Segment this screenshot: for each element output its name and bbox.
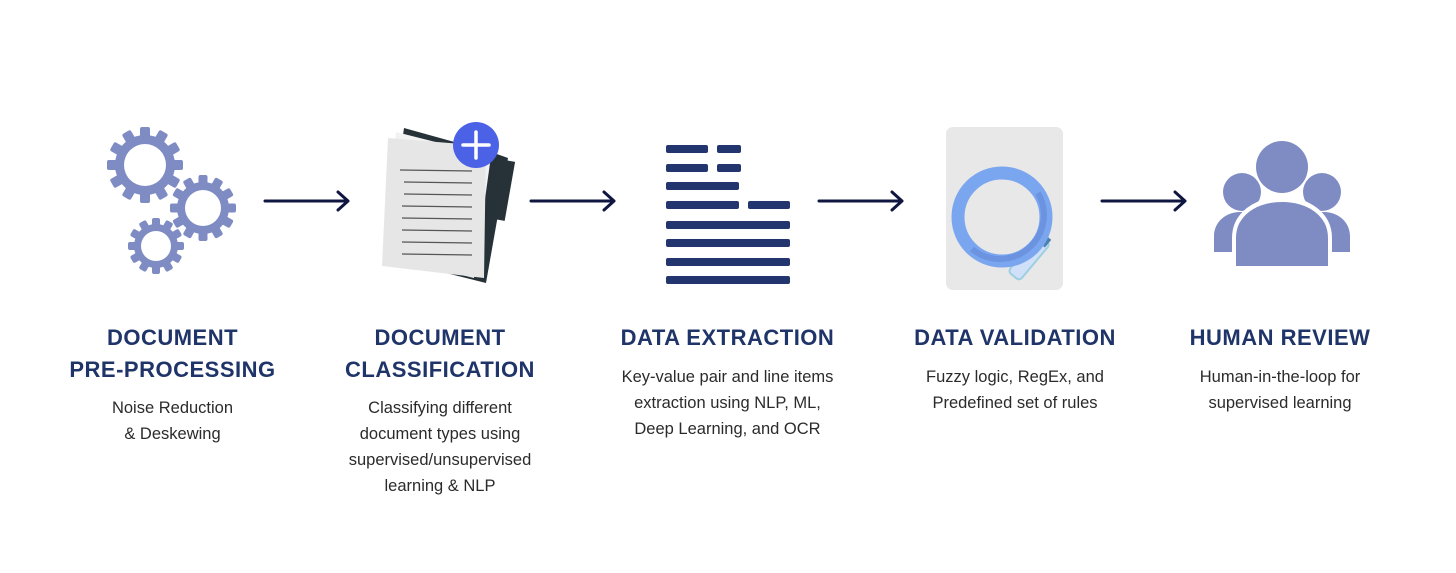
arrow-icon — [529, 190, 616, 212]
description-line: extraction using NLP, ML, — [634, 394, 821, 412]
step-title-human-review: HUMAN REVIEW — [1165, 322, 1395, 354]
step-description-data-validation: Fuzzy logic, RegEx, and Predefined set o… — [895, 364, 1135, 416]
step-description-classification: Classifying different document types usi… — [320, 395, 560, 499]
description-line: learning & NLP — [384, 477, 496, 495]
description-line: Deep Learning, and OCR — [634, 420, 821, 438]
title-line: DOCUMENT — [106, 325, 239, 350]
step-title-classification: DOCUMENT CLASSIFICATION — [330, 322, 550, 386]
description-line: Key-value pair and line items — [621, 368, 834, 386]
description-line: document types using — [359, 425, 521, 443]
description-line: Predefined set of rules — [932, 394, 1098, 412]
description-line: Noise Reduction — [111, 399, 234, 417]
title-line: CLASSIFICATION — [345, 357, 535, 382]
description-line: supervised learning — [1208, 394, 1352, 412]
step-description-data-extraction: Key-value pair and line items extraction… — [590, 364, 865, 442]
gears-icon — [107, 127, 236, 274]
step-description-pre-processing: Noise Reduction & Deskewing — [60, 395, 285, 447]
magnifier-document-icon — [946, 127, 1063, 290]
step-title-data-extraction: DATA EXTRACTION — [595, 322, 860, 354]
arrow-icon — [1100, 190, 1187, 212]
title-line: HUMAN REVIEW — [1189, 325, 1371, 350]
description-line: & Deskewing — [124, 425, 221, 443]
description-line: supervised/unsupervised — [348, 451, 532, 469]
description-line: Classifying different — [368, 399, 512, 417]
text-lines-icon — [666, 145, 790, 284]
description-line: Fuzzy logic, RegEx, and — [926, 368, 1104, 386]
description-line: Human-in-the-loop for — [1199, 368, 1361, 386]
title-line: DATA VALIDATION — [914, 325, 1116, 350]
step-title-data-validation: DATA VALIDATION — [895, 322, 1135, 354]
title-line: DATA EXTRACTION — [620, 325, 835, 350]
title-line: PRE-PROCESSING — [69, 357, 276, 382]
arrow-icon — [817, 190, 904, 212]
people-group-icon — [1214, 141, 1350, 266]
document-add-icon — [382, 122, 516, 283]
arrow-icon — [263, 190, 350, 212]
title-line: DOCUMENT — [374, 325, 506, 350]
step-description-human-review: Human-in-the-loop for supervised learnin… — [1165, 364, 1395, 416]
step-title-pre-processing: DOCUMENT PRE-PROCESSING — [60, 322, 285, 386]
